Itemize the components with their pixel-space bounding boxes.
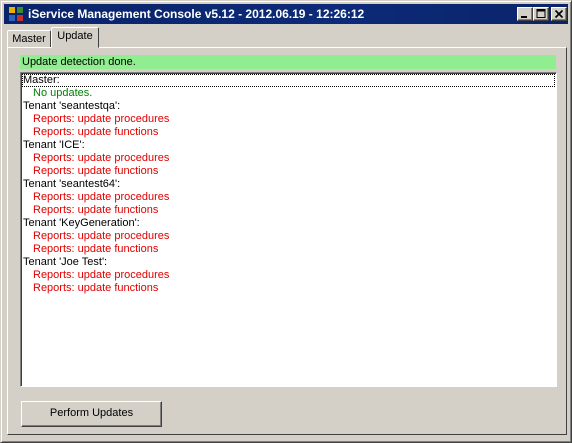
log-line[interactable]: Master: bbox=[22, 74, 555, 87]
maximize-icon bbox=[536, 9, 546, 18]
log-line[interactable]: Reports: update procedures bbox=[21, 230, 556, 243]
close-icon bbox=[554, 9, 564, 19]
log-line[interactable]: Reports: update functions bbox=[21, 243, 556, 256]
log-line[interactable]: Reports: update functions bbox=[21, 204, 556, 217]
title-bar[interactable]: iService Management Console v5.12 - 2012… bbox=[4, 4, 568, 24]
window-title: iService Management Console v5.12 - 2012… bbox=[28, 7, 365, 21]
update-tab-panel: Update detection done. Master: No updates… bbox=[7, 47, 567, 435]
log-line[interactable]: No updates. bbox=[21, 87, 556, 100]
log-line[interactable]: Reports: update functions bbox=[21, 165, 556, 178]
tab-update[interactable]: Update bbox=[51, 27, 99, 48]
close-button[interactable] bbox=[551, 7, 567, 21]
log-line[interactable]: Reports: update functions bbox=[21, 126, 556, 139]
status-message: Update detection done. bbox=[20, 55, 556, 69]
minimize-button[interactable] bbox=[517, 7, 533, 21]
log-line[interactable]: Tenant 'ICE': bbox=[21, 139, 556, 152]
minimize-icon bbox=[521, 16, 527, 18]
log-line[interactable]: Tenant 'KeyGeneration': bbox=[21, 217, 556, 230]
log-line[interactable]: Tenant 'seantestqa': bbox=[21, 100, 556, 113]
log-line[interactable]: Reports: update procedures bbox=[21, 152, 556, 165]
maximize-button[interactable] bbox=[533, 7, 549, 21]
log-line[interactable]: Reports: update procedures bbox=[21, 269, 556, 282]
update-log-list[interactable]: Master: No updates. Tenant 'seantestqa': Re… bbox=[20, 72, 557, 387]
tab-master[interactable]: Master bbox=[7, 30, 51, 47]
log-line[interactable]: Reports: update functions bbox=[21, 282, 556, 295]
app-window: iService Management Console v5.12 - 2012… bbox=[0, 0, 572, 443]
log-line[interactable]: Reports: update procedures bbox=[21, 113, 556, 126]
app-icon bbox=[8, 6, 24, 22]
log-line[interactable]: Tenant 'Joe Test': bbox=[21, 256, 556, 269]
perform-updates-button[interactable]: Perform Updates bbox=[21, 401, 162, 427]
log-line[interactable]: Reports: update procedures bbox=[21, 191, 556, 204]
tab-strip: Master Update bbox=[7, 27, 567, 48]
log-line[interactable]: Tenant 'seantest64': bbox=[21, 178, 556, 191]
